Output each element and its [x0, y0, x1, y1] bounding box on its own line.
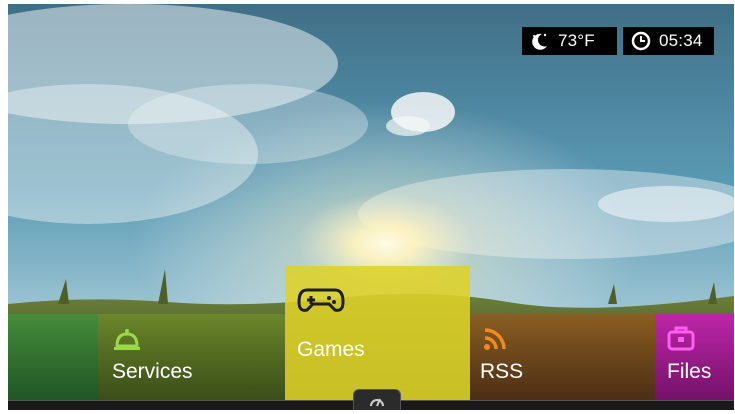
moon-weather-icon	[530, 31, 550, 51]
briefcase-icon	[667, 324, 695, 357]
speedometer-icon	[370, 398, 384, 407]
menu-label-files: Files	[667, 360, 712, 383]
tv-screen: 73°F 05:34 Services RSS Files Games	[8, 4, 734, 410]
menu-tile-left[interactable]	[8, 314, 98, 400]
clock-widget: 05:34	[623, 27, 714, 55]
clock-icon	[631, 31, 651, 51]
menu-label-services: Services	[112, 360, 193, 383]
bell-icon	[112, 324, 142, 359]
menu-tile-rss[interactable]: RSS	[470, 314, 655, 400]
menu-label-games: Games	[297, 338, 365, 361]
menu-tile-services[interactable]: Services	[98, 314, 285, 400]
temperature-text: 73°F	[558, 31, 595, 50]
menu-label-rss: RSS	[480, 360, 524, 383]
menu-tile-files[interactable]: Files	[655, 314, 734, 400]
rss-icon	[482, 326, 508, 357]
time-text: 05:34	[659, 31, 703, 50]
menu-handle[interactable]	[353, 389, 401, 410]
gamepad-icon	[297, 284, 345, 321]
weather-widget: 73°F	[522, 27, 617, 55]
menu-tile-games[interactable]: Games	[285, 266, 470, 401]
